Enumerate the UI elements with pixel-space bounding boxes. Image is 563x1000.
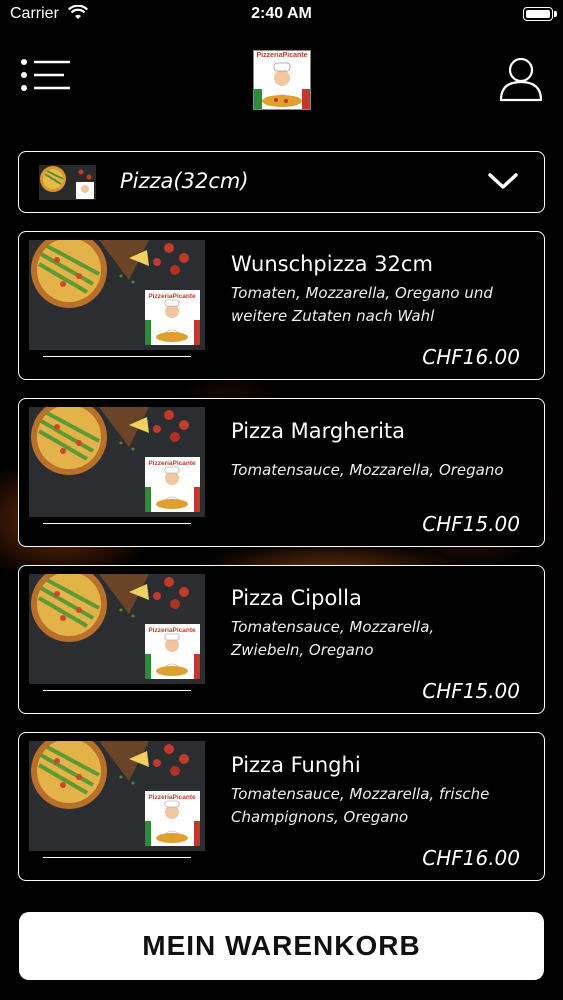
product-card[interactable]: PizzeriaPicante Pizza Funghi Tomatensauc… [18,732,545,881]
image-divider [43,857,191,858]
svg-text:PizzeriaPicante: PizzeriaPicante [148,293,196,300]
image-divider [43,690,191,691]
cart-button[interactable]: MEIN WARENKORB [19,912,544,980]
image-divider [43,523,191,524]
product-price: CHF15.00 [422,512,520,536]
product-image: PizzeriaPicante [29,240,205,350]
category-dropdown[interactable]: Pizza(32cm) [18,151,545,213]
product-name: Pizza Margherita [231,419,406,443]
product-card[interactable]: PizzeriaPicante Pizza Cipolla Tomatensau… [18,565,545,714]
user-icon[interactable] [499,56,543,102]
product-description-line: weitere Zutaten nach Wahl [231,307,435,325]
list-menu-icon[interactable] [20,58,72,98]
app-header: PizzeriaPicante [0,48,563,112]
chevron-down-icon [488,173,518,189]
product-name: Pizza Cipolla [231,586,362,610]
product-card[interactable]: PizzeriaPicante Wunschpizza 32cm Tomaten… [18,231,545,380]
battery-icon [523,7,557,21]
restaurant-logo: PizzeriaPicante [253,50,311,110]
product-description-line: Zwiebeln, Oregano [231,641,374,659]
product-description-line: Tomatensauce, Mozzarella, frische [231,785,490,803]
product-image: PizzeriaPicante [29,407,205,517]
image-divider [43,356,191,357]
product-price: CHF15.00 [422,679,520,703]
svg-text:PizzeriaPicante: PizzeriaPicante [148,460,196,467]
product-description-line: Tomatensauce, Mozzarella, [231,618,435,636]
product-name: Wunschpizza 32cm [231,252,433,276]
product-description-line: Tomatensauce, Mozzarella, Oregano [231,461,504,479]
svg-text:PizzeriaPicante: PizzeriaPicante [148,627,196,634]
product-price: CHF16.00 [422,345,520,369]
product-name: Pizza Funghi [231,753,361,777]
status-time: 2:40 AM [251,5,312,22]
status-bar: Carrier 2:40 AM [0,0,563,30]
product-image: PizzeriaPicante [29,574,205,684]
svg-text:PizzeriaPicante: PizzeriaPicante [148,794,196,801]
product-price: CHF16.00 [422,846,520,870]
category-thumbnail [39,165,96,200]
product-image: PizzeriaPicante [29,741,205,851]
category-label: Pizza(32cm) [120,169,249,193]
logo-text: PizzeriaPicante [256,52,308,59]
product-description-line: Champignons, Oregano [231,808,409,826]
product-description-line: Tomaten, Mozzarella, Oregano und [231,284,493,302]
product-card[interactable]: PizzeriaPicante Pizza Margherita Tomaten… [18,398,545,547]
